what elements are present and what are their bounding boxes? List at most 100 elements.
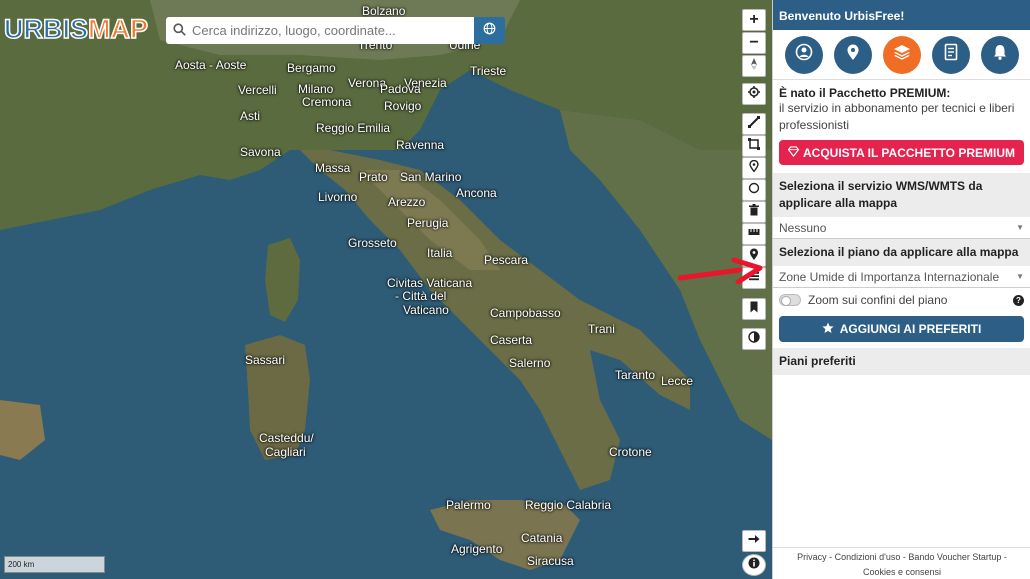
tab-notifications[interactable] <box>980 35 1019 74</box>
city-label: Livorno <box>318 190 358 204</box>
city-label: Campobasso <box>490 306 561 320</box>
trash-icon <box>748 203 760 221</box>
city-label: Arezzo <box>388 195 426 209</box>
ruler-icon <box>748 225 760 243</box>
draw-circle-button[interactable] <box>742 179 766 201</box>
bell-icon <box>991 43 1009 66</box>
sidebar-footer: Privacy - Condizioni d'uso - Bando Vouch… <box>773 547 1030 579</box>
premium-promo: È nato il Pacchetto PREMIUM: il servizio… <box>773 80 1030 134</box>
city-label: Taranto <box>615 368 656 382</box>
urbismap-logo[interactable]: URBISMAP <box>3 13 149 45</box>
diamond-icon <box>787 145 800 160</box>
footer-cookies-link[interactable]: Cookies e consensi <box>773 565 1030 579</box>
search-icon <box>166 22 192 39</box>
map-view[interactable]: Bolzano Trento Udine Trieste Aosta - Aoste Be… <box>0 0 772 579</box>
zoom-boundaries-row: Zoom sui confini del piano ? <box>773 288 1030 312</box>
tab-layers[interactable] <box>882 35 921 74</box>
tab-location[interactable] <box>833 35 872 74</box>
city-label: Trieste <box>470 64 507 78</box>
premium-description: il servizio in abbonamento per tecnici e… <box>779 101 1015 132</box>
caret-down-icon: ▼ <box>1016 272 1024 281</box>
marker-outline-icon <box>748 159 760 177</box>
collapse-sidebar-button[interactable] <box>742 530 766 552</box>
zoom-boundaries-toggle[interactable] <box>779 294 801 306</box>
map-scale-bar: 200 km <box>4 556 105 573</box>
city-label: Cremona <box>302 95 352 109</box>
city-label: Vercelli <box>238 83 277 97</box>
city-label: Sassari <box>245 353 286 367</box>
wms-section-title: Seleziona il servizio WMS/WMTS da applic… <box>773 173 1030 217</box>
city-label: Asti <box>240 109 261 123</box>
plan-select[interactable]: Zone Umide di Importanza Internazionale … <box>773 266 1030 288</box>
help-icon[interactable]: ? <box>1013 294 1024 306</box>
caret-down-icon: ▼ <box>1016 223 1024 232</box>
city-label: Caserta <box>490 333 533 347</box>
city-label: Ancona <box>456 186 497 200</box>
city-label: Bergamo <box>287 61 336 75</box>
logo-text-urbis: URBIS <box>3 13 89 45</box>
info-button[interactable] <box>742 554 766 576</box>
delete-button[interactable] <box>742 201 766 223</box>
address-book-icon <box>942 43 960 66</box>
city-label: Trani <box>588 322 615 336</box>
circle-icon <box>748 181 760 199</box>
zoom-out-button[interactable]: − <box>742 32 766 54</box>
city-label: Crotone <box>609 445 652 459</box>
arrow-right-icon <box>748 532 760 550</box>
draw-polygon-button[interactable] <box>742 135 766 157</box>
city-label: Reggio Emilia <box>316 121 391 135</box>
city-label: Savona <box>240 145 281 159</box>
city-label: Grosseto <box>348 236 397 250</box>
measure-button[interactable] <box>742 223 766 245</box>
contrast-button[interactable] <box>742 328 766 350</box>
tab-documents[interactable] <box>931 35 970 74</box>
bookmark-button[interactable] <box>742 298 766 320</box>
city-label: Rovigo <box>384 99 422 113</box>
add-favorites-label: AGGIUNGI AI PREFERITI <box>839 322 982 336</box>
draw-marker-button[interactable] <box>742 157 766 179</box>
info-icon <box>748 556 760 574</box>
compass-icon <box>748 57 760 75</box>
crosshair-icon <box>748 85 760 103</box>
city-label: Pescara <box>484 253 529 267</box>
plan-selected-value: Zone Umide di Importanza Internazionale <box>779 269 1000 284</box>
favorite-plans-title: Piani preferiti <box>773 348 1030 375</box>
city-label: Aosta - Aoste <box>175 58 247 72</box>
globe-button[interactable] <box>474 17 505 44</box>
wms-select[interactable]: Nessuno ▼ <box>773 217 1030 239</box>
city-label: Perugia <box>407 216 449 230</box>
city-label: - Città del <box>395 289 447 303</box>
draw-line-button[interactable] <box>742 113 766 135</box>
star-icon <box>822 322 834 337</box>
tab-user[interactable] <box>784 35 823 74</box>
city-label: Padova <box>380 82 421 96</box>
buy-premium-button[interactable]: ACQUISTA IL PACCHETTO PREMIUM <box>779 140 1024 165</box>
wms-selected-value: Nessuno <box>779 220 827 235</box>
zoom-boundaries-label: Zoom sui confini del piano <box>808 293 948 307</box>
user-icon <box>795 43 813 66</box>
city-label: Massa <box>315 161 351 175</box>
locate-button[interactable] <box>742 83 766 105</box>
city-label: Cagliari <box>265 445 306 459</box>
layers-icon <box>893 43 911 66</box>
polyline-icon <box>748 115 760 133</box>
city-label: Vaticano <box>403 303 449 317</box>
add-favorites-button[interactable]: AGGIUNGI AI PREFERITI <box>779 316 1024 342</box>
plan-section-title: Seleziona il piano da applicare alla map… <box>773 239 1030 266</box>
city-label: San Marino <box>400 170 462 184</box>
search-input[interactable] <box>192 23 462 38</box>
globe-icon <box>483 22 496 40</box>
city-label: Agrigento <box>451 542 503 556</box>
red-arrow-annotation <box>678 257 763 284</box>
contrast-icon <box>748 330 760 348</box>
city-label: Salerno <box>509 356 551 370</box>
buy-premium-label: ACQUISTA IL PACCHETTO PREMIUM <box>802 145 1015 160</box>
polygon-icon <box>748 137 760 155</box>
bookmark-icon <box>748 300 760 318</box>
sidebar-tab-icons <box>773 30 1030 80</box>
compass-button[interactable] <box>742 55 766 77</box>
city-label: Prato <box>359 170 388 184</box>
search-box[interactable] <box>166 17 474 44</box>
zoom-in-button[interactable]: + <box>742 9 766 31</box>
footer-links[interactable]: Privacy - Condizioni d'uso - Bando Vouch… <box>773 550 1030 565</box>
